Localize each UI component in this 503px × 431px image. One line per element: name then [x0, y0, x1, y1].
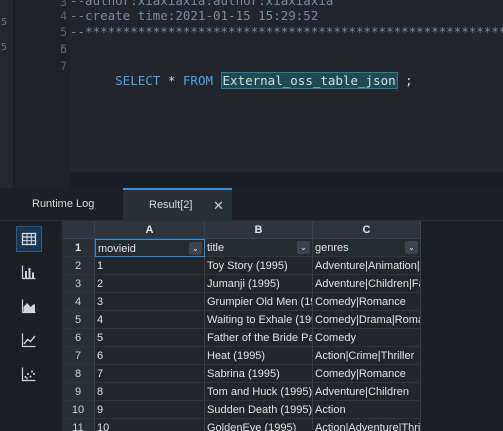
column-header-c[interactable]: C	[313, 221, 421, 239]
left-gutter: 5 5	[0, 0, 14, 188]
cell-genres[interactable]: Comedy|Drama|Romar	[313, 311, 421, 329]
field-header-genres[interactable]: genres ⌄	[313, 239, 421, 257]
chevron-down-icon[interactable]: ⌄	[405, 241, 418, 254]
cell-movieid[interactable]: 7	[95, 365, 205, 383]
cell-genres[interactable]: Action|Adventure|Thrill	[313, 419, 421, 431]
line-number: 4	[60, 9, 67, 23]
cell-genres[interactable]: Action|Crime|Thriller	[313, 347, 421, 365]
cell-genres[interactable]: Comedy|Romance	[313, 293, 421, 311]
sql-terminator: ;	[397, 73, 413, 88]
line-number: 3	[60, 0, 67, 9]
cell-genres[interactable]: Action	[313, 401, 421, 419]
cell-movieid[interactable]: 2	[95, 275, 205, 293]
gutter-marker: 5	[1, 42, 8, 53]
sql-editor[interactable]: 3 4 5 5 6 7 --author:xiaxiaxia:author:xi…	[15, 0, 503, 188]
line-number-gutter: 3 4 5 5 6 7	[15, 0, 70, 188]
row-header[interactable]: 1	[62, 239, 95, 257]
field-name: movieid	[98, 243, 136, 255]
tab-result-label: Result[2]	[149, 199, 193, 211]
area-chart-icon[interactable]	[16, 293, 42, 319]
chevron-down-icon[interactable]: ⌄	[297, 241, 310, 254]
bar-chart-icon[interactable]	[16, 259, 42, 285]
field-header-title[interactable]: title ⌄	[205, 239, 313, 257]
empty-right-area	[421, 221, 503, 431]
row-header[interactable]: 4	[62, 293, 95, 311]
field-name: title	[207, 242, 225, 254]
grid-corner	[62, 221, 95, 239]
line-number: 7	[60, 59, 67, 73]
keyword-from: FROM	[182, 73, 213, 88]
cell-movieid[interactable]: 6	[95, 347, 205, 365]
row-header[interactable]: 5	[62, 311, 95, 329]
tab-result[interactable]: Result[2] ✕	[123, 188, 232, 221]
cell-title[interactable]: Tom and Huck (1995)	[205, 383, 313, 401]
comment-line: --author:xiaxiaxia:author:xiaxiaxia	[70, 0, 334, 8]
cell-title[interactable]: Waiting to Exhale (199	[205, 311, 313, 329]
tab-runtime-log[interactable]: Runtime Log	[32, 188, 94, 221]
cell-title[interactable]: Heat (1995)	[205, 347, 313, 365]
row-header[interactable]: 8	[62, 365, 95, 383]
view-mode-rail	[0, 221, 56, 431]
cell-genres[interactable]: Adventure|Children	[313, 383, 421, 401]
keyword-select: SELECT	[115, 73, 161, 88]
cell-genres[interactable]: Comedy	[313, 329, 421, 347]
sql-statement-line: SELECT * FROM External_oss_table_json ;	[70, 58, 413, 103]
table-name-highlight[interactable]: External_oss_table_json	[220, 72, 398, 89]
row-header[interactable]: 6	[62, 329, 95, 347]
cell-movieid[interactable]: 1	[95, 257, 205, 275]
cell-title[interactable]: Sudden Death (1995)	[205, 401, 313, 419]
column-header-b[interactable]: B	[205, 221, 313, 239]
row-header[interactable]: 10	[62, 401, 95, 419]
editor-horizontal-scrollbar[interactable]	[70, 172, 503, 188]
cell-title[interactable]: GoldenEye (1995)	[205, 419, 313, 431]
result-grid[interactable]: A B C 1 movieid ⌄ title ⌄ genres ⌄ 2 1 Toy…	[62, 221, 421, 431]
row-header[interactable]: 11	[62, 419, 95, 431]
sql-star: *	[160, 73, 183, 88]
cell-movieid[interactable]: 3	[95, 293, 205, 311]
cell-movieid[interactable]: 8	[95, 383, 205, 401]
field-header-movieid[interactable]: movieid ⌄	[95, 239, 205, 257]
row-header[interactable]: 7	[62, 347, 95, 365]
row-header[interactable]: 3	[62, 275, 95, 293]
table-view-icon[interactable]	[16, 226, 42, 252]
cell-title[interactable]: Toy Story (1995)	[205, 257, 313, 275]
cell-genres[interactable]: Adventure|Children|Far	[313, 275, 421, 293]
line-number: 5	[60, 25, 67, 39]
cell-title[interactable]: Father of the Bride Par	[205, 329, 313, 347]
field-name: genres	[315, 242, 349, 254]
chevron-down-icon[interactable]: ⌄	[189, 242, 202, 255]
close-icon[interactable]: ✕	[213, 190, 224, 221]
cell-genres[interactable]: Adventure|Animation|C	[313, 257, 421, 275]
cell-title[interactable]: Grumpier Old Men (199	[205, 293, 313, 311]
scatter-chart-icon[interactable]	[16, 361, 42, 387]
cell-movieid[interactable]: 5	[95, 329, 205, 347]
gutter-marker: 5	[1, 17, 8, 28]
code-area[interactable]: --author:xiaxiaxia:author:xiaxiaxia --cr…	[70, 0, 503, 172]
column-header-a[interactable]: A	[95, 221, 205, 239]
cell-title[interactable]: Jumanji (1995)	[205, 275, 313, 293]
comment-line: --**************************************…	[70, 24, 503, 39]
bottom-tab-bar: Runtime Log Result[2] ✕	[0, 188, 503, 221]
cell-genres[interactable]: Comedy|Romance	[313, 365, 421, 383]
cell-movieid[interactable]: 9	[95, 401, 205, 419]
cell-title[interactable]: Sabrina (1995)	[205, 365, 313, 383]
cell-movieid[interactable]: 4	[95, 311, 205, 329]
row-header[interactable]: 2	[62, 257, 95, 275]
line-number: 6	[60, 42, 67, 56]
row-header[interactable]: 9	[62, 383, 95, 401]
line-chart-icon[interactable]	[16, 327, 42, 353]
cell-movieid[interactable]: 10	[95, 419, 205, 431]
comment-line: --create time:2021-01-15 15:29:52	[70, 8, 319, 23]
